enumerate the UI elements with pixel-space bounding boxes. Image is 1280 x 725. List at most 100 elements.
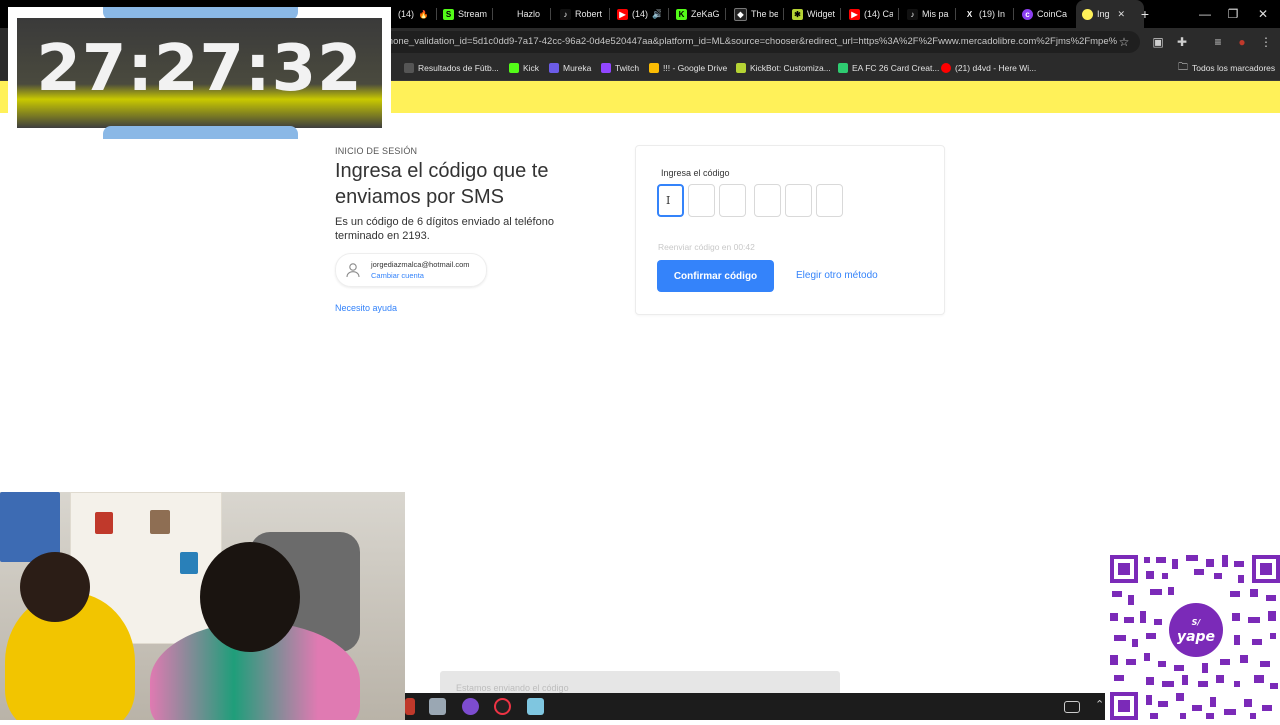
discord-icon[interactable]: [462, 698, 479, 715]
kick-icon: [509, 63, 519, 73]
browser-tab[interactable]: K ZeKaG: [676, 0, 720, 28]
extension-icon[interactable]: ▣: [1150, 34, 1166, 50]
resend-timer: Reenviar código en 00:42: [658, 242, 755, 252]
yape-logo: S/ yape: [1169, 603, 1223, 657]
toast-text: Estamos enviando el código: [456, 683, 569, 693]
page-subtitle: INICIO DE SESIÓN: [335, 146, 418, 156]
app-icon[interactable]: [527, 698, 544, 715]
coincap-favicon-icon: c: [1022, 8, 1033, 20]
tiktok-favicon-icon: ♪: [560, 8, 571, 20]
restore-button[interactable]: ❐: [1218, 0, 1248, 28]
code-digit-input[interactable]: [754, 184, 781, 217]
code-digit-input[interactable]: [688, 184, 715, 217]
fc-icon: [838, 63, 848, 73]
tab-divider: [668, 8, 669, 20]
code-card: Ingresa el código I Reenviar código en 0…: [635, 145, 945, 315]
tab-divider: [436, 8, 437, 20]
browser-tab[interactable]: S Stream: [443, 0, 487, 28]
browser-tab[interactable]: ▶ (14) 🔊: [617, 0, 661, 28]
webcam-overlay: [0, 492, 405, 720]
close-window-button[interactable]: ✕: [1248, 0, 1278, 28]
browser-tab[interactable]: ♪ Mis pa: [907, 0, 951, 28]
bookmark-item[interactable]: KickBot: Customiza...: [736, 60, 831, 76]
account-email: jorgediazmalca@hotmail.com: [371, 260, 470, 269]
menu-icon[interactable]: ⋮: [1258, 34, 1274, 50]
new-tab-button[interactable]: +: [1138, 0, 1152, 28]
code-digit-input[interactable]: I: [657, 184, 684, 217]
youtube-icon: [941, 63, 951, 73]
tab-divider: [955, 8, 956, 20]
tab-divider: [1013, 8, 1014, 20]
text-cursor-icon: I: [666, 194, 671, 207]
mureka-icon: [549, 63, 559, 73]
tab-divider: [550, 8, 551, 20]
user-icon: [346, 263, 360, 278]
code-label: Ingresa el código: [661, 168, 730, 178]
youtube-favicon-icon: ▶: [617, 8, 628, 20]
page-title: Ingresa el código que te enviamos por SM…: [335, 160, 549, 208]
change-account-link[interactable]: Cambiar cuenta: [371, 271, 424, 280]
kick-favicon-icon: K: [676, 8, 687, 20]
figure: [180, 552, 198, 574]
fire-icon: 🔥: [418, 9, 429, 19]
confirm-code-button[interactable]: Confirmar código: [657, 260, 774, 292]
folder-icon: 🗀: [1178, 61, 1188, 73]
keyboard-icon[interactable]: [1064, 701, 1080, 713]
help-link[interactable]: Necesito ayuda: [335, 303, 397, 313]
tab-divider: [725, 8, 726, 20]
media-icon[interactable]: ≡: [1210, 34, 1226, 50]
tab-divider: [492, 8, 493, 20]
taskbar: ⌃: [405, 693, 1105, 720]
google-drive-icon: [649, 63, 659, 73]
close-tab-icon[interactable]: ✕: [1118, 9, 1126, 20]
browser-tab[interactable]: ▶ (14) Ca: [849, 0, 893, 28]
kickbot-icon: [736, 63, 746, 73]
browser-tab[interactable]: ◆ The be: [734, 0, 778, 28]
all-bookmarks[interactable]: 🗀 Todos los marcadores: [1178, 60, 1275, 76]
bookmark-item[interactable]: Mureka: [549, 60, 591, 76]
profile-icon[interactable]: ●: [1234, 34, 1250, 50]
twitch-icon: [601, 63, 611, 73]
tab-divider: [609, 8, 610, 20]
bookmark-item[interactable]: !!! - Google Drive: [649, 60, 727, 76]
browser-tab[interactable]: (14) 🔥: [398, 0, 434, 28]
code-digit-input[interactable]: [719, 184, 746, 217]
bookmark-item[interactable]: (21) d4vd - Here Wi...: [941, 60, 1036, 76]
browser-tab-active[interactable]: Ing ✕: [1076, 0, 1144, 28]
tab-divider: [783, 8, 784, 20]
browser-tab[interactable]: ♪ Robert: [560, 0, 606, 28]
plus-icon: +: [1140, 6, 1150, 22]
code-digit-input[interactable]: [816, 184, 843, 217]
browser-tab[interactable]: c CoinCa: [1022, 0, 1070, 28]
bookmark-item[interactable]: Resultados de Fútb...: [404, 60, 499, 76]
minimize-button[interactable]: —: [1190, 0, 1220, 28]
youtube-favicon-icon: ▶: [849, 8, 860, 20]
browser-tab[interactable]: Hazlo: [517, 0, 545, 28]
timer-bottom-tab: [103, 126, 298, 139]
bookmark-item[interactable]: Kick: [509, 60, 539, 76]
tiktok-favicon-icon: ♪: [907, 8, 918, 20]
page-description: Es un código de 6 dígitos enviado al tel…: [335, 216, 554, 242]
bookmark-item[interactable]: EA FC 26 Card Creat...: [838, 60, 939, 76]
file-explorer-icon[interactable]: [429, 698, 446, 715]
other-method-link[interactable]: Elegir otro método: [796, 270, 878, 281]
speaker-icon: 🔊: [652, 8, 661, 19]
account-chip: jorgediazmalca@hotmail.com Cambiar cuent…: [335, 253, 487, 287]
timer-text: 27:27:32: [36, 32, 363, 106]
mercadolibre-favicon-icon: [1082, 8, 1093, 20]
person-right-head: [200, 542, 300, 652]
tab-divider: [898, 8, 899, 20]
qr-code: S/ yape: [1110, 555, 1280, 720]
star-icon[interactable]: ☆: [1116, 34, 1132, 50]
timer-screen: 27:27:32: [17, 18, 382, 128]
figure: [150, 510, 170, 534]
obs-icon[interactable]: [494, 698, 511, 715]
bookmark-favicon-icon: [404, 63, 414, 73]
figure: [95, 512, 113, 534]
bookmark-item[interactable]: Twitch: [601, 60, 639, 76]
taskbar-app-icon[interactable]: [405, 698, 415, 715]
browser-tab[interactable]: X (19) In: [964, 0, 1008, 28]
browser-tab[interactable]: ✱ Widget: [792, 0, 836, 28]
puzzle-icon[interactable]: ✚: [1174, 34, 1190, 50]
code-digit-input[interactable]: [785, 184, 812, 217]
